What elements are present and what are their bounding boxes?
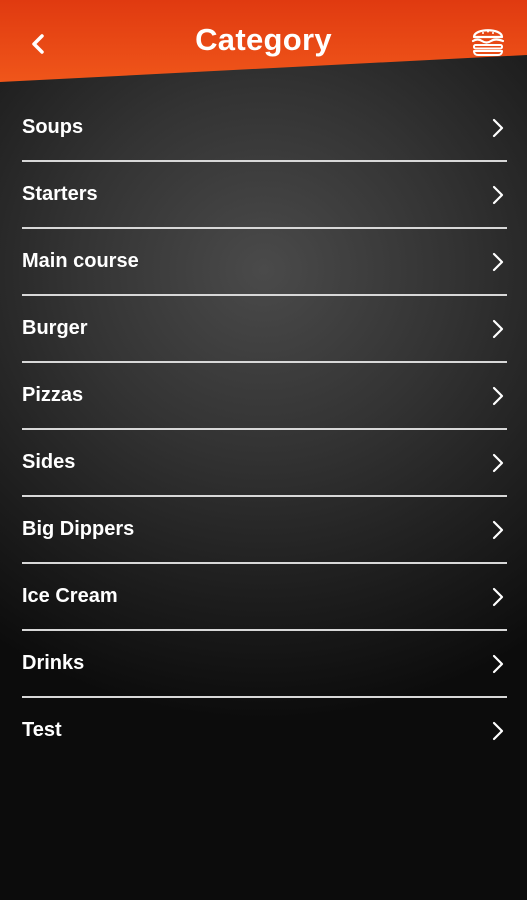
category-item[interactable]: Drinks xyxy=(22,631,507,698)
category-label: Soups xyxy=(22,116,84,138)
chevron-right-icon xyxy=(491,520,505,540)
chevron-right-icon xyxy=(491,386,505,406)
category-item[interactable]: Burger xyxy=(22,296,507,363)
category-item[interactable]: Big Dippers xyxy=(22,497,507,564)
category-label: Sides xyxy=(22,451,76,473)
burger-menu-button[interactable] xyxy=(469,22,507,58)
chevron-right-icon xyxy=(491,118,505,138)
chevron-right-icon xyxy=(491,587,505,607)
chevron-right-icon xyxy=(491,453,505,473)
category-list: Soups Starters Main course Burger Pizzas Side… xyxy=(22,95,507,763)
category-label: Burger xyxy=(22,317,88,339)
category-label: Ice Cream xyxy=(22,585,118,607)
category-label: Drinks xyxy=(22,652,85,674)
burger-icon xyxy=(471,29,505,56)
category-item[interactable]: Test xyxy=(22,698,507,763)
chevron-right-icon xyxy=(491,185,505,205)
category-label: Starters xyxy=(22,183,98,205)
category-item[interactable]: Sides xyxy=(22,430,507,497)
header-bar: Category xyxy=(0,0,527,82)
category-label: Big Dippers xyxy=(22,518,135,540)
category-label: Pizzas xyxy=(22,384,84,406)
category-label: Main course xyxy=(22,250,139,272)
category-item[interactable]: Starters xyxy=(22,162,507,229)
category-item[interactable]: Main course xyxy=(22,229,507,296)
page-title: Category xyxy=(195,22,332,57)
chevron-right-icon xyxy=(491,654,505,674)
chevron-right-icon xyxy=(491,721,505,741)
chevron-right-icon xyxy=(491,319,505,339)
category-item[interactable]: Soups xyxy=(22,95,507,162)
category-item[interactable]: Ice Cream xyxy=(22,564,507,631)
chevron-right-icon xyxy=(491,252,505,272)
category-label: Test xyxy=(22,719,62,741)
category-item[interactable]: Pizzas xyxy=(22,363,507,430)
